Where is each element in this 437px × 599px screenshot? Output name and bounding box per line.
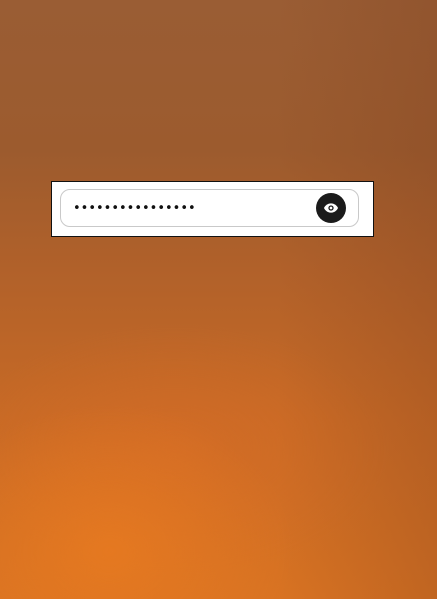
eye-icon [323,200,339,216]
password-field-card [51,181,374,237]
password-field [60,189,359,227]
password-input[interactable] [73,198,303,218]
toggle-password-visibility-button[interactable] [316,193,346,223]
background-shade [277,0,437,599]
